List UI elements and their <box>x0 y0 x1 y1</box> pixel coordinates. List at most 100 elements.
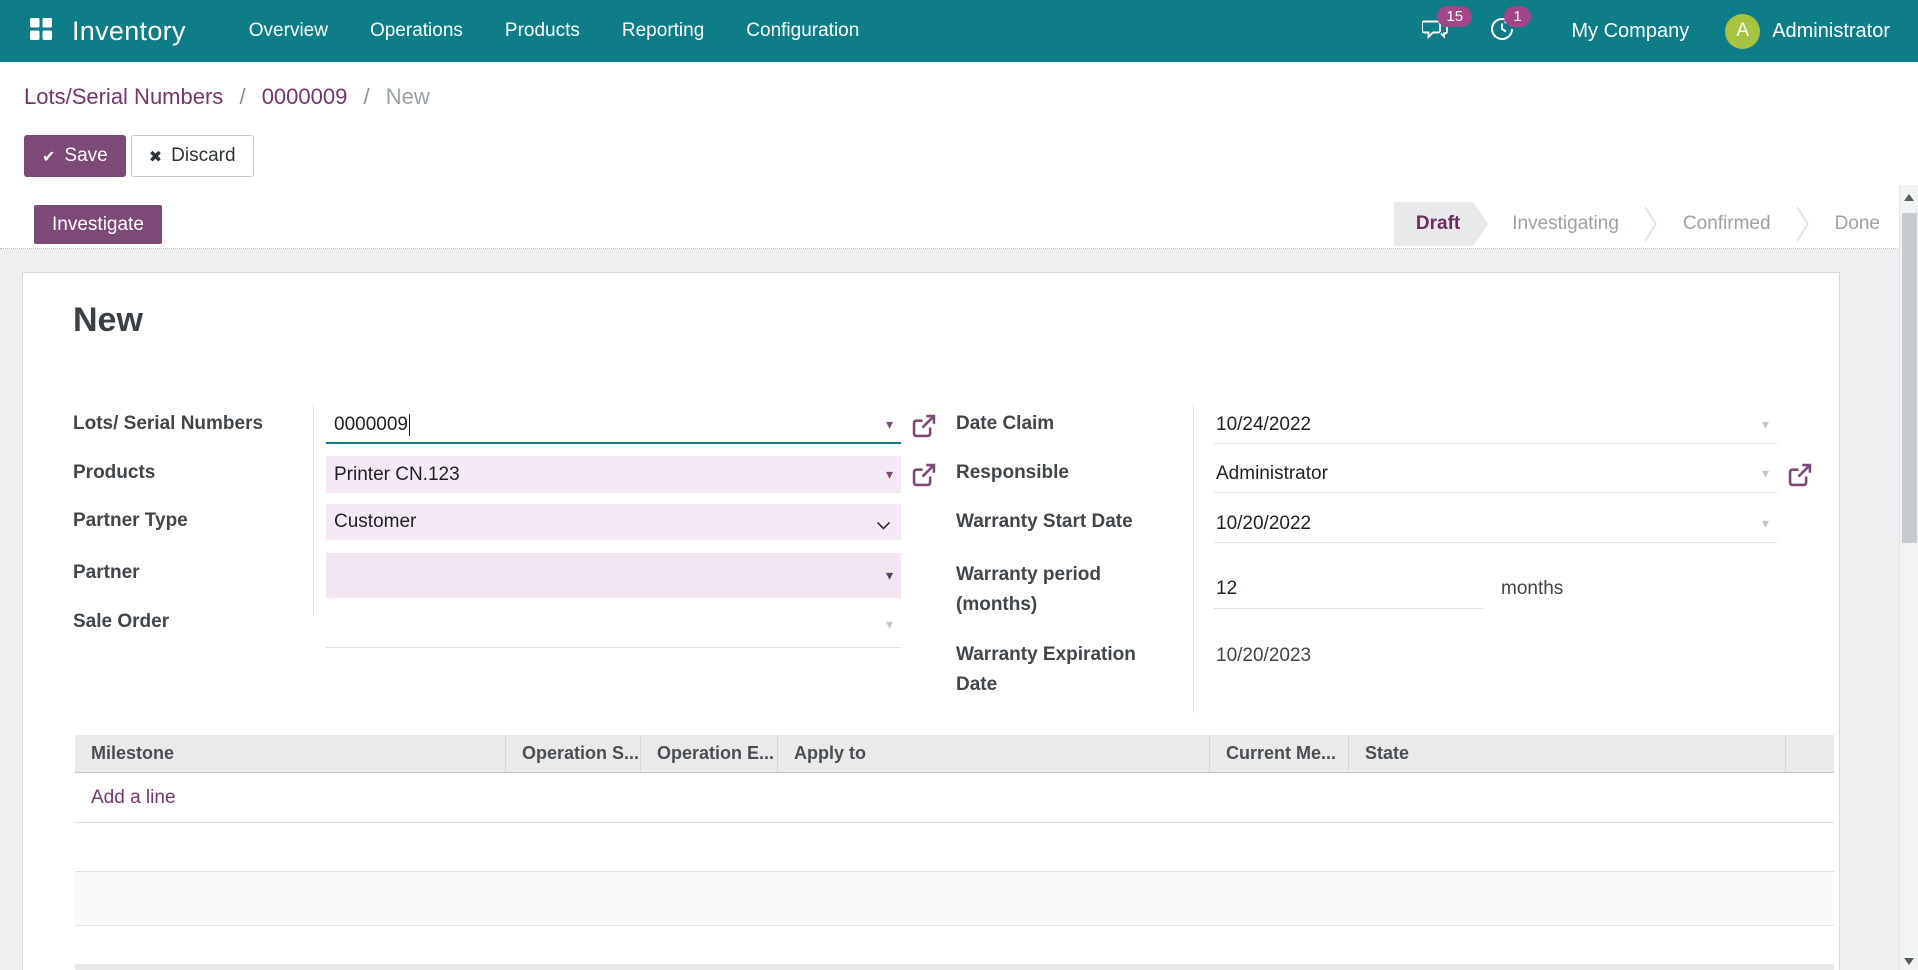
form-view: New Lots/ Serial Numbers Products Partne… <box>0 250 1918 970</box>
label-sale-order: Sale Order <box>73 611 170 632</box>
menu-operations[interactable]: Operations <box>349 0 484 62</box>
warranty-period-input[interactable]: 12 <box>1214 569 1484 609</box>
chevron-right-icon <box>1643 202 1659 246</box>
dropdown-caret-icon[interactable]: ▾ <box>886 617 893 633</box>
menu-configuration[interactable]: Configuration <box>725 0 880 62</box>
topbar-right: 15 1 My Company A Administrator <box>1421 5 1890 49</box>
lots-serial-number-value: 0000009 <box>334 413 408 435</box>
column-current-measure: Current Me... <box>1210 735 1349 772</box>
warranty-period-unit: months <box>1501 578 1564 599</box>
menu-products[interactable]: Products <box>484 0 601 62</box>
dropdown-caret-icon[interactable]: ▾ <box>1762 466 1769 482</box>
label-products: Products <box>73 462 156 483</box>
user-menu[interactable]: A Administrator <box>1725 13 1890 49</box>
add-a-line-link[interactable]: Add a line <box>91 787 176 809</box>
label-responsible: Responsible <box>956 462 1069 483</box>
date-claim-field[interactable]: 10/24/2022 ▾ <box>1214 407 1777 444</box>
lots-serial-number-input[interactable]: 0000009 ▾ <box>326 407 901 444</box>
table-row: Add a line <box>75 773 1834 823</box>
breadcrumb-separator: / <box>239 84 246 109</box>
table-row <box>75 823 1834 872</box>
action-buttons: ✔ Save ✖ Discard <box>24 135 254 177</box>
products-value: Printer CN.123 <box>334 463 460 485</box>
label-lots-serial-numbers: Lots/ Serial Numbers <box>73 413 264 434</box>
main-menu: Overview Operations Products Reporting C… <box>228 0 881 62</box>
dropdown-caret-icon[interactable]: ▾ <box>1762 417 1769 433</box>
column-state: State <box>1349 735 1786 772</box>
step-done[interactable]: Done <box>1811 213 1880 235</box>
avatar: A <box>1725 13 1761 49</box>
messages-button[interactable]: 15 <box>1421 5 1473 47</box>
column-milestone: Milestone <box>75 735 506 772</box>
user-name: Administrator <box>1772 19 1890 42</box>
table-footer <box>75 964 1834 970</box>
label-warranty-start-date: Warranty Start Date <box>956 511 1133 532</box>
external-link-icon[interactable] <box>1787 462 1813 493</box>
group-separator <box>1193 404 1194 713</box>
breadcrumb: Lots/Serial Numbers / 0000009 / New <box>24 84 430 110</box>
column-operation-end: Operation E... <box>641 735 778 772</box>
warranty-expiration-date-value: 10/20/2023 <box>1216 645 1312 666</box>
step-confirmed[interactable]: Confirmed <box>1659 213 1795 235</box>
milestones-table: Milestone Operation S... Operation E... … <box>75 735 1834 970</box>
warranty-start-date-value: 10/20/2022 <box>1216 512 1312 534</box>
menu-overview[interactable]: Overview <box>228 0 349 62</box>
discard-button-label: Discard <box>171 145 236 166</box>
breadcrumb-lots-serial-numbers[interactable]: Lots/Serial Numbers <box>24 84 223 109</box>
label-warranty-expiration-date: Warranty Expiration Date <box>956 644 1136 695</box>
external-link-icon[interactable] <box>911 413 937 444</box>
messages-count-badge: 15 <box>1437 5 1473 27</box>
step-draft[interactable]: Draft <box>1394 202 1488 246</box>
scrollbar-thumb[interactable] <box>1902 213 1917 543</box>
dropdown-caret-icon[interactable]: ▾ <box>1762 516 1769 532</box>
control-panel: Lots/Serial Numbers / 0000009 / New ✔ Sa… <box>0 62 1918 249</box>
external-link-icon[interactable] <box>911 462 937 493</box>
partner-type-value: Customer <box>334 511 417 532</box>
app-name: Inventory <box>72 15 186 46</box>
menu-reporting[interactable]: Reporting <box>601 0 725 62</box>
text-cursor <box>408 413 410 436</box>
group-separator <box>313 404 314 616</box>
discard-button[interactable]: ✖ Discard <box>130 135 254 177</box>
partner-type-select[interactable]: Customer <box>326 504 901 540</box>
investigate-button[interactable]: Investigate <box>34 205 162 244</box>
top-nav-bar: Inventory Overview Operations Products R… <box>0 0 1918 62</box>
save-button-label: Save <box>64 145 108 166</box>
label-partner: Partner <box>73 562 140 583</box>
select-chevron-icon <box>876 518 891 534</box>
activities-count-badge: 1 <box>1504 5 1531 27</box>
partner-field[interactable]: ▾ <box>326 553 901 598</box>
label-partner-type: Partner Type <box>73 510 188 531</box>
label-warranty-period: Warranty period (months) <box>956 564 1101 615</box>
step-investigating[interactable]: Investigating <box>1488 213 1643 235</box>
dropdown-caret-icon[interactable]: ▾ <box>886 467 893 483</box>
breadcrumb-record[interactable]: 0000009 <box>262 84 348 109</box>
breadcrumb-separator: / <box>363 84 370 109</box>
screen: Inventory Overview Operations Products R… <box>0 0 1918 970</box>
form-sheet: New Lots/ Serial Numbers Products Partne… <box>22 272 1840 970</box>
cross-icon: ✖ <box>148 146 163 166</box>
milestones-table-header: Milestone Operation S... Operation E... … <box>75 735 1834 773</box>
scroll-up-arrow-icon[interactable] <box>1904 194 1914 201</box>
apps-menu-button[interactable] <box>30 17 52 45</box>
table-row <box>75 872 1834 926</box>
sale-order-field[interactable]: ▾ <box>326 603 901 648</box>
vertical-scrollbar[interactable] <box>1899 185 1918 970</box>
date-claim-value: 10/24/2022 <box>1216 414 1312 435</box>
products-field[interactable]: Printer CN.123 ▾ <box>326 456 901 493</box>
save-button[interactable]: ✔ Save <box>24 135 126 177</box>
check-icon: ✔ <box>42 146 56 166</box>
table-row <box>75 926 1834 964</box>
activities-button[interactable]: 1 <box>1489 5 1531 47</box>
responsible-field[interactable]: Administrator ▾ <box>1214 456 1777 493</box>
chevron-right-icon <box>1795 202 1811 246</box>
column-apply-to: Apply to <box>778 735 1210 772</box>
apps-grid-icon <box>30 17 52 45</box>
dropdown-caret-icon[interactable]: ▾ <box>886 417 893 433</box>
warranty-period-value: 12 <box>1216 577 1238 599</box>
company-switcher[interactable]: My Company <box>1571 20 1689 43</box>
scroll-down-arrow-icon[interactable] <box>1904 958 1914 965</box>
column-actions <box>1786 735 1834 772</box>
dropdown-caret-icon[interactable]: ▾ <box>886 568 893 584</box>
warranty-start-date-field[interactable]: 10/20/2022 ▾ <box>1214 505 1777 543</box>
